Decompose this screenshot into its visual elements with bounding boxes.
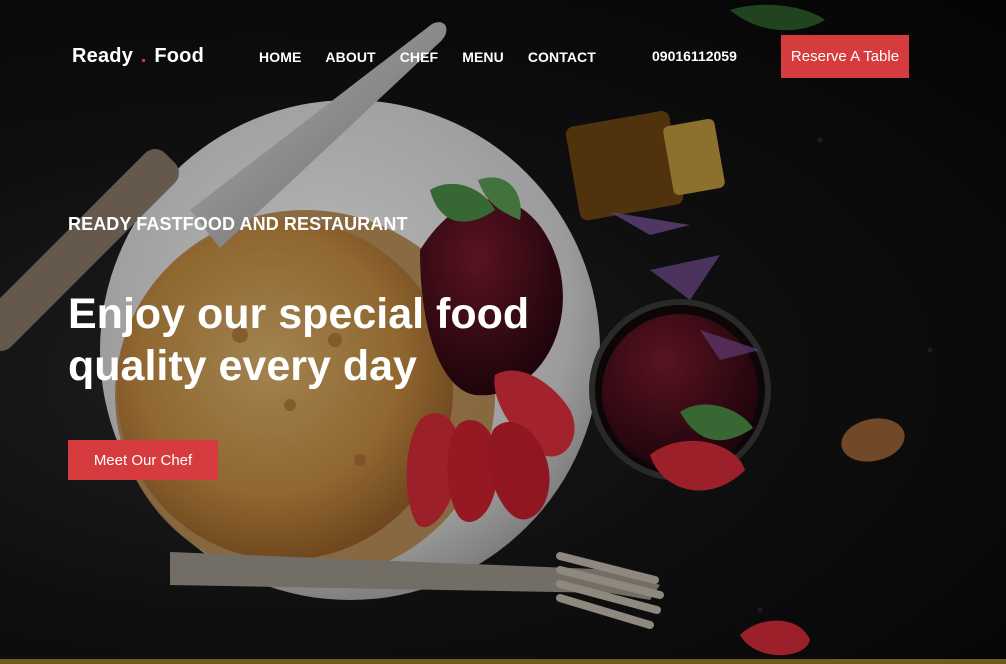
brand-dot: .	[140, 45, 147, 67]
phone-number: 09016112059	[652, 48, 737, 64]
bottom-color-strip	[0, 659, 1006, 664]
top-navigation: Ready . Food HOME ABOUT CHEF MENU CONTAC…	[0, 0, 1006, 100]
brand-name-second: Food	[154, 45, 204, 67]
nav-link-home[interactable]: HOME	[259, 49, 301, 65]
nav-link-chef[interactable]: CHEF	[400, 49, 439, 65]
hero-section: Ready . Food HOME ABOUT CHEF MENU CONTAC…	[0, 0, 1006, 664]
main-menu: HOME ABOUT CHEF MENU CONTACT	[259, 49, 596, 65]
nav-link-about[interactable]: ABOUT	[325, 49, 375, 65]
brand-name-first: Ready	[72, 45, 134, 67]
meet-our-chef-button[interactable]: Meet Our Chef	[68, 440, 218, 480]
brand-logo[interactable]: Ready . Food	[72, 45, 204, 68]
hero-copy: READY FASTFOOD AND RESTAURANT Enjoy our …	[68, 214, 628, 480]
reserve-table-button[interactable]: Reserve A Table	[781, 35, 909, 78]
nav-link-contact[interactable]: CONTACT	[528, 49, 596, 65]
nav-link-menu[interactable]: MENU	[462, 49, 504, 65]
hero-headline: Enjoy our special food quality every day	[68, 290, 530, 390]
hero-eyebrow: READY FASTFOOD AND RESTAURANT	[68, 214, 408, 234]
